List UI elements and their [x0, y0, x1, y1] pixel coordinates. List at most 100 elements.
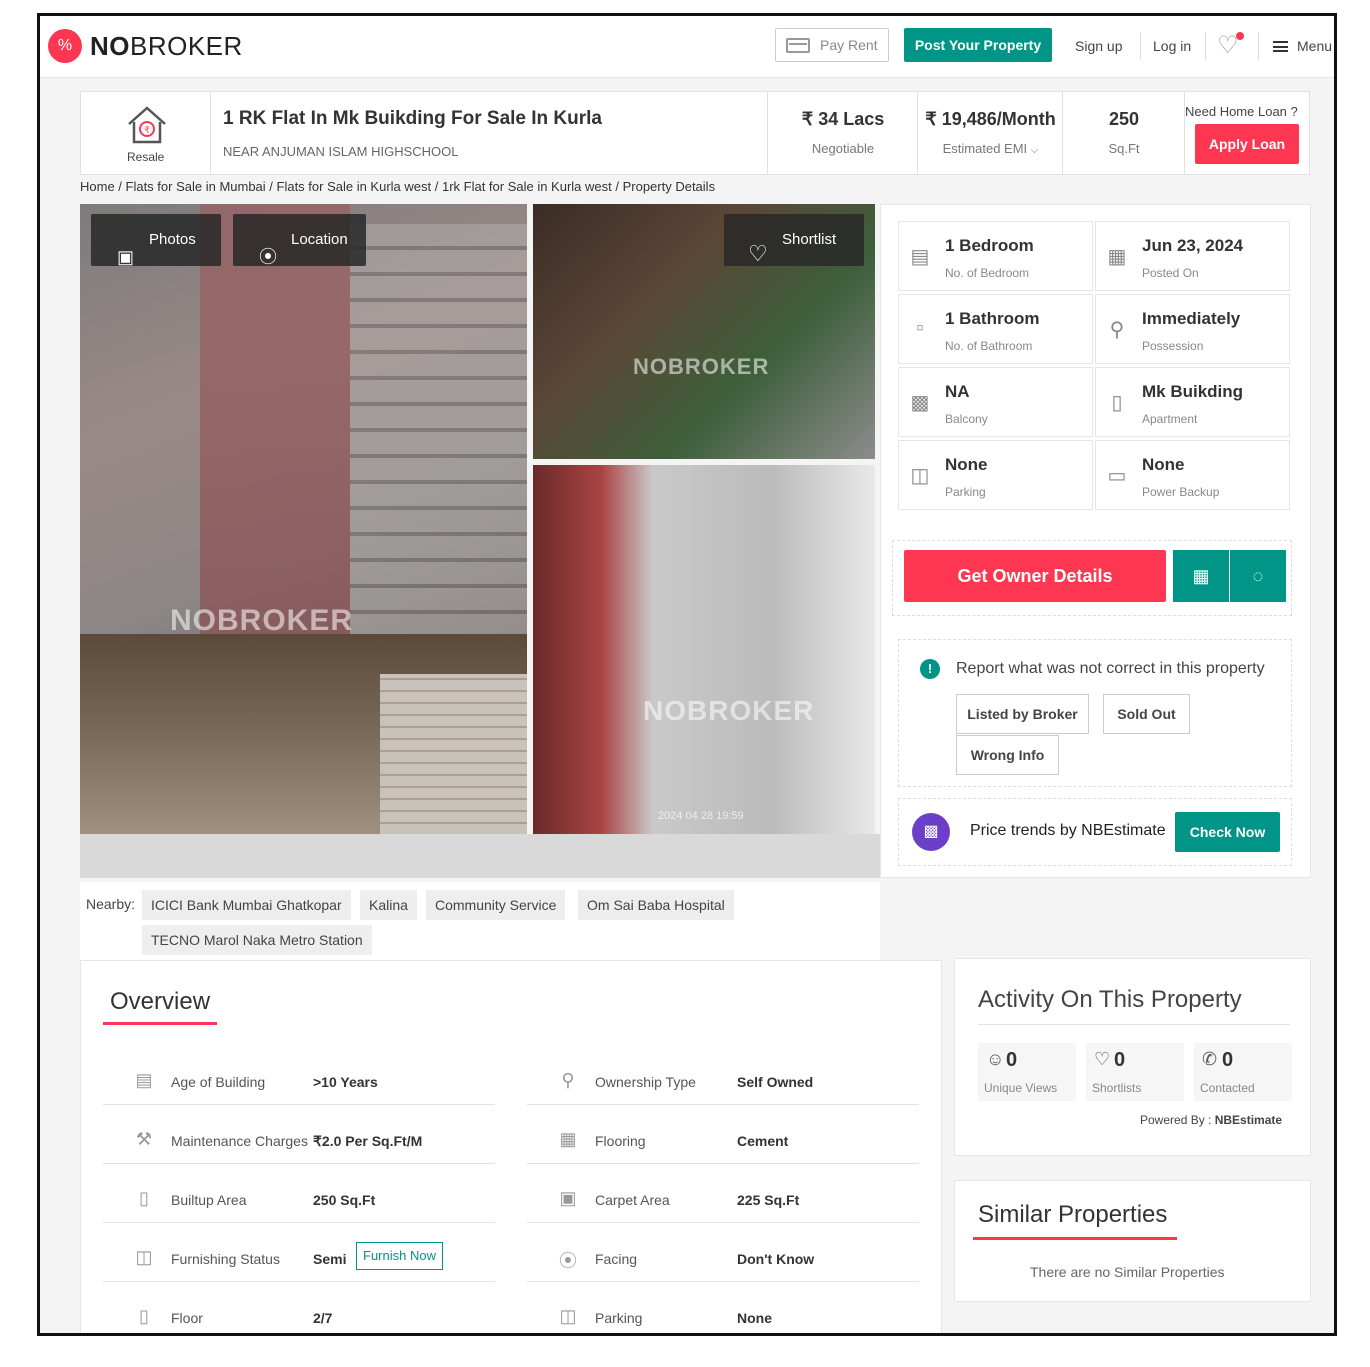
floor-icon: ▯: [139, 1306, 149, 1326]
builtup-area-icon: ▯: [139, 1188, 149, 1208]
ownership-icon: ⚲: [561, 1070, 575, 1090]
overview-label: Floor: [171, 1310, 203, 1326]
sign-up-link[interactable]: Sign up: [1075, 38, 1122, 54]
spec-balcony: ▩ NA Balcony: [898, 367, 1093, 437]
stat-shortlists: ♡ 0 Shortlists: [1086, 1043, 1184, 1101]
pay-rent-button[interactable]: Pay Rent: [775, 28, 889, 62]
spec-label: No. of Bathroom: [945, 339, 1033, 353]
overview-label: Maintenance Charges: [171, 1133, 308, 1149]
stat-unique-views: ☺ 0 Unique Views: [978, 1043, 1076, 1101]
gallery-footer: [80, 834, 880, 878]
empty-state-text: There are no Similar Properties: [1030, 1264, 1225, 1280]
logo-text[interactable]: NOBROKER: [90, 31, 243, 62]
title-underline: [973, 1237, 1177, 1240]
bath-icon: ▫: [916, 317, 924, 339]
info-icon: !: [920, 659, 940, 679]
report-chip-wrong-info[interactable]: Wrong Info: [956, 735, 1059, 775]
resale-cell: ₹ Resale: [81, 92, 211, 174]
logo-icon[interactable]: %: [48, 29, 82, 63]
calendar-icon: ▦: [1107, 246, 1127, 268]
area-unit: Sq.Ft: [1108, 141, 1140, 156]
spec-label: Posted On: [1142, 266, 1199, 280]
logo-light: BROKER: [130, 31, 243, 61]
spec-posted-on: ▦ Jun 23, 2024 Posted On: [1095, 221, 1290, 291]
emi-value: ₹ 19,486/Month: [925, 109, 1056, 129]
overview-row: ◫ Parking None: [527, 1282, 919, 1333]
get-owner-details-button[interactable]: Get Owner Details: [904, 550, 1166, 602]
overview-label: Parking: [595, 1310, 643, 1326]
interior-photo-2[interactable]: NOBROKER 2024 04 28 19:59: [533, 465, 875, 834]
overview-value: None: [737, 1310, 772, 1326]
nearby-chip[interactable]: TECNO Marol Naka Metro Station: [142, 925, 372, 955]
property-title: 1 RK Flat In Mk Buikding For Sale In Kur…: [223, 108, 602, 129]
chat-icon: ◌: [1252, 566, 1264, 586]
similar-properties-card: [954, 1180, 1311, 1302]
photos-label: Photos: [149, 231, 196, 248]
spec-label: Balcony: [945, 412, 988, 426]
spec-apartment: ▯ Mk Buikding Apartment: [1095, 367, 1290, 437]
home-loan-question: Need Home Loan ?: [1185, 104, 1298, 119]
emi-dropdown[interactable]: Estimated EMI ⌵: [918, 141, 1063, 156]
schedule-visit-button[interactable]: ▦: [1173, 550, 1229, 602]
bed-icon: ▤: [910, 246, 930, 268]
divider: [978, 1024, 1290, 1025]
price-value: ₹ 34 Lacs: [801, 109, 885, 129]
stat-value: 0: [1222, 1049, 1234, 1071]
location-button[interactable]: ⦿ Location: [233, 214, 366, 267]
hamburger-icon[interactable]: [1273, 41, 1288, 52]
area-value: 250: [1108, 109, 1140, 129]
overview-label: Builtup Area: [171, 1192, 247, 1208]
post-property-button[interactable]: Post Your Property: [904, 28, 1052, 62]
shortlist-button[interactable]: ♡ Shortlist: [724, 214, 864, 266]
report-chip-sold-out[interactable]: Sold Out: [1103, 694, 1190, 734]
overview-label: Age of Building: [171, 1074, 266, 1090]
browser-frame: % NOBROKER Pay Rent Post Your Property S…: [37, 13, 1337, 1336]
spec-power-backup: ▭ None Power Backup: [1095, 440, 1290, 510]
overview-value: Self Owned: [737, 1074, 814, 1090]
building-age-icon: ▤: [135, 1070, 153, 1090]
price-cell: ₹ 34 Lacs Negotiable: [768, 92, 918, 174]
pay-rent-label: Pay Rent: [820, 37, 878, 53]
report-text: Report what was not correct in this prop…: [956, 660, 1265, 677]
photos-button[interactable]: ▣ Photos: [91, 214, 221, 267]
powered-label: Powered By :: [1140, 1113, 1212, 1127]
menu-label[interactable]: Menu: [1297, 38, 1332, 54]
overview-row: ⦿ Facing Don't Know: [527, 1223, 919, 1282]
key-icon: ⚲: [1109, 319, 1125, 341]
nearby-chip[interactable]: Community Service: [426, 890, 566, 920]
nearby-chip[interactable]: Om Sai Baba Hospital: [578, 890, 734, 920]
calendar-icon: ▦: [1192, 566, 1210, 586]
stat-value: 0: [1006, 1049, 1018, 1071]
nearby-label: Nearby:: [86, 896, 136, 912]
overview-label: Flooring: [595, 1133, 646, 1149]
camera-icon: ▣: [117, 247, 135, 267]
overview-value: 2/7: [313, 1310, 333, 1326]
svg-text:₹: ₹: [144, 126, 150, 136]
overview-value: >10 Years: [313, 1074, 378, 1090]
overview-value: 225 Sq.Ft: [737, 1192, 800, 1208]
logo-bold: NO: [90, 31, 130, 61]
battery-icon: ▭: [1107, 465, 1127, 487]
furnish-now-button[interactable]: Furnish Now: [356, 1242, 443, 1270]
apply-loan-button[interactable]: Apply Loan: [1195, 124, 1299, 164]
house-icon: ₹: [128, 106, 166, 144]
overview-row: ⚲ Ownership Type Self Owned: [527, 1046, 919, 1105]
watermark: NOBROKER: [643, 695, 815, 726]
breadcrumb[interactable]: Home / Flats for Sale in Mumbai / Flats …: [80, 179, 715, 194]
overview-value: Cement: [737, 1133, 789, 1149]
compass-icon: ⦿: [259, 247, 277, 267]
nearby-chip[interactable]: ICICI Bank Mumbai Ghatkopar: [142, 890, 351, 920]
heart-icon: ♡: [748, 241, 768, 266]
main-photo[interactable]: NOBROKER: [80, 204, 527, 834]
flooring-icon: ▦: [559, 1129, 577, 1149]
check-now-button[interactable]: Check Now: [1175, 812, 1280, 852]
resale-label: Resale: [127, 150, 165, 164]
log-in-link[interactable]: Log in: [1153, 38, 1191, 54]
report-chip-broker[interactable]: Listed by Broker: [956, 694, 1089, 734]
nearby-chip[interactable]: Kalina: [360, 890, 417, 920]
spec-value: 1 Bathroom: [945, 309, 1040, 328]
notification-dot: [1236, 32, 1244, 40]
chat-button[interactable]: ◌: [1230, 550, 1286, 602]
photo-timestamp: 2024 04 28 19:59: [658, 810, 744, 822]
overview-label: Ownership Type: [595, 1074, 696, 1090]
